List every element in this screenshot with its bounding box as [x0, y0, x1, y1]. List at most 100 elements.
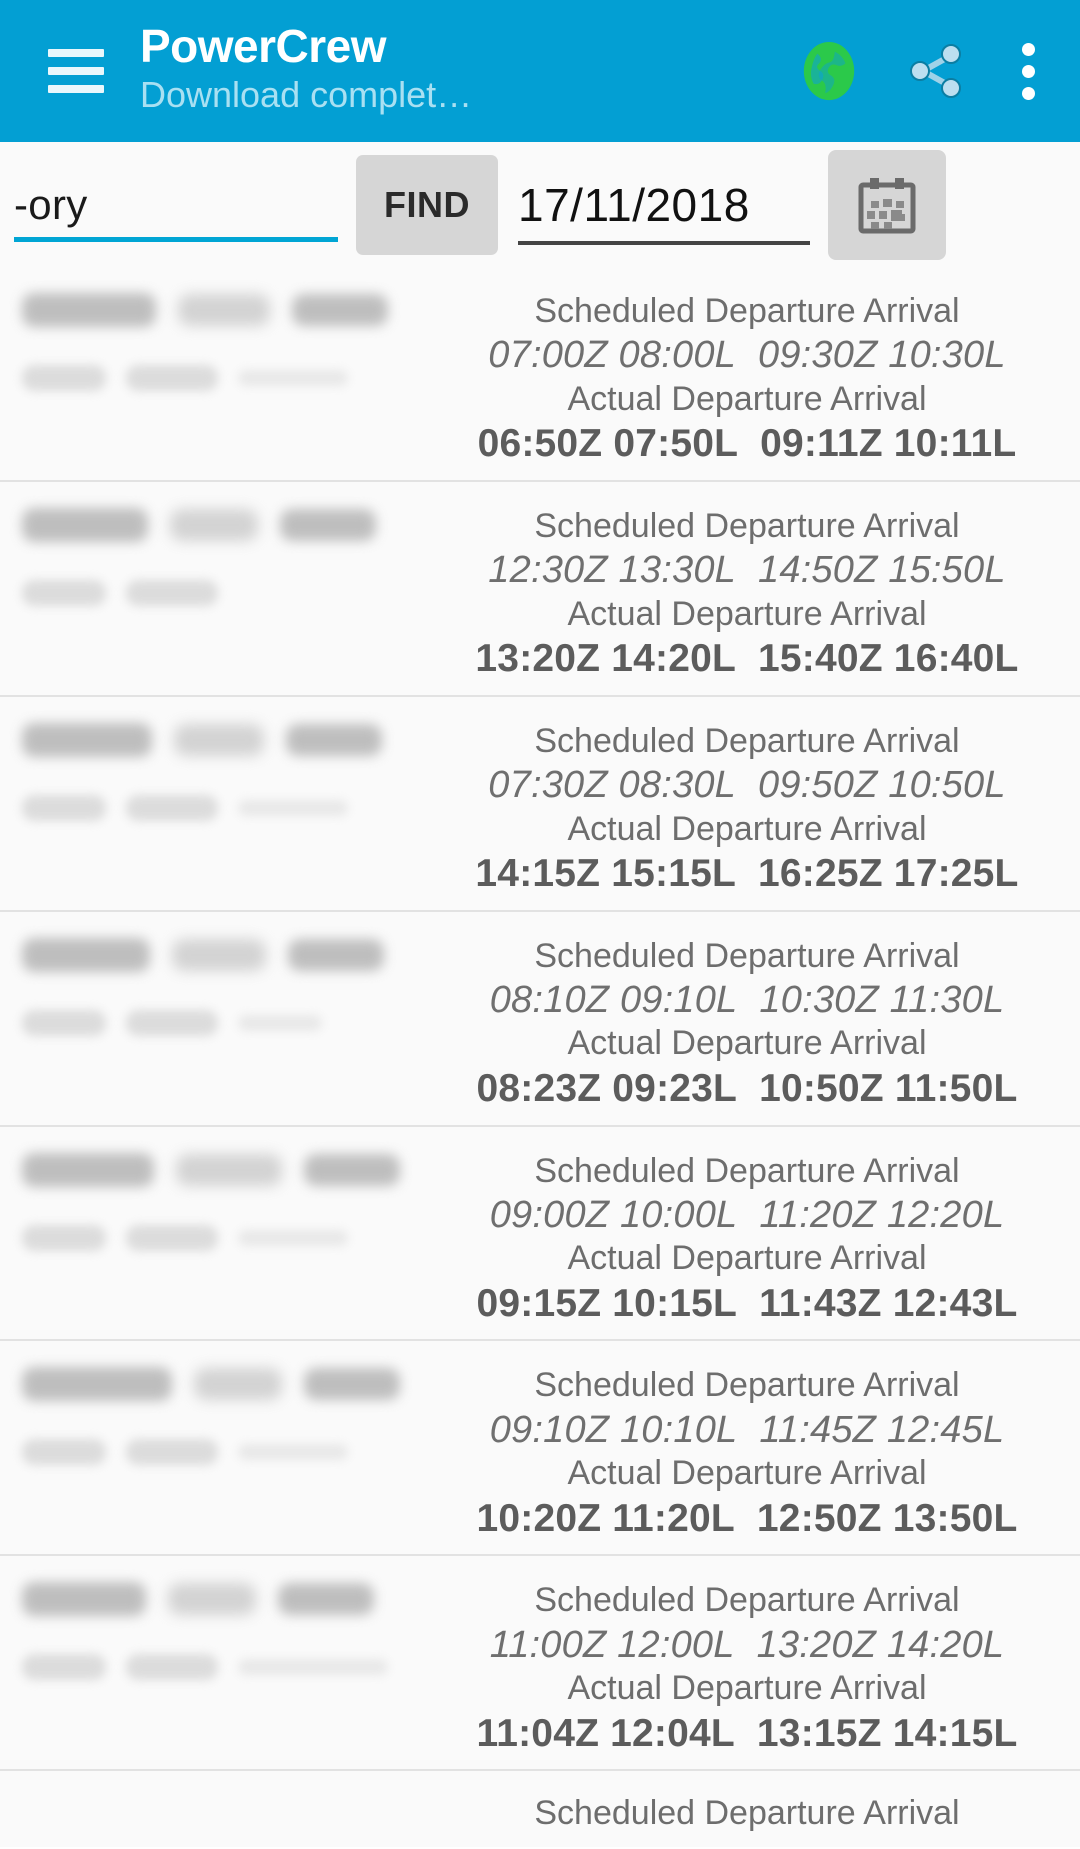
- more-vertical-icon[interactable]: [1012, 39, 1044, 104]
- redacted-detail: [22, 1009, 106, 1036]
- find-button[interactable]: FIND: [356, 154, 498, 255]
- redacted-aircraft: [168, 1583, 256, 1616]
- flight-identity-redacted: [0, 922, 440, 1113]
- scheduled-departure: 08:10Z 09:10L: [489, 979, 738, 1022]
- app-bar: PowerCrew Download complet…: [0, 0, 1080, 142]
- actual-arrival: 10:50Z 11:50L: [759, 1066, 1018, 1110]
- redacted-detail: [22, 1224, 106, 1251]
- scheduled-departure: 07:00Z 08:00L: [488, 334, 736, 377]
- table-row[interactable]: Scheduled Departure Arrival 11:00Z 12:00…: [0, 1556, 1080, 1772]
- scheduled-arrival: 11:20Z 12:20L: [759, 1193, 1005, 1236]
- scheduled-times: 07:30Z 08:30L 09:50Z 10:50L: [488, 762, 1005, 808]
- table-row[interactable]: Scheduled Departure Arrival 09:00Z 10:00…: [0, 1127, 1080, 1342]
- redacted-detail: [22, 794, 106, 821]
- scheduled-arrival: 14:50Z 15:50L: [758, 549, 1006, 592]
- scheduled-label: Scheduled Departure Arrival: [534, 1151, 960, 1190]
- calendar-button[interactable]: [828, 149, 946, 260]
- redacted-detail: [126, 1224, 218, 1251]
- redacted-detail: [22, 1439, 106, 1466]
- scheduled-arrival: 10:30Z 11:30L: [759, 979, 1005, 1022]
- search-input[interactable]: -ory: [8, 162, 338, 248]
- redacted-detail: [238, 1229, 348, 1246]
- redacted-detail: [126, 579, 218, 606]
- actual-arrival: 11:43Z 12:43L: [759, 1281, 1018, 1325]
- flight-identity-redacted: [0, 277, 440, 468]
- redacted-detail: [126, 794, 218, 821]
- flight-identity-redacted: [0, 707, 440, 898]
- redacted-detail: [238, 370, 348, 386]
- scheduled-label: Scheduled Departure Arrival: [534, 1794, 960, 1833]
- flight-times: Scheduled Departure Arrival 07:00Z 08:00…: [440, 277, 1080, 468]
- actual-label: Actual Departure Arrival: [567, 1024, 927, 1063]
- scheduled-label: Scheduled Departure Arrival: [534, 1366, 960, 1405]
- actual-arrival: 15:40Z 16:40L: [758, 637, 1019, 681]
- share-icon[interactable]: [904, 39, 968, 103]
- redacted-flight-number: [22, 293, 156, 327]
- table-row[interactable]: Scheduled Departure Arrival 09:10Z 10:10…: [0, 1341, 1080, 1557]
- actual-departure: 09:15Z 10:15L: [476, 1281, 738, 1325]
- table-row[interactable]: Scheduled Departure Arrival 07:00Z 08:00…: [0, 267, 1080, 482]
- redacted-airport: [288, 938, 384, 971]
- redacted-airport: [278, 1583, 374, 1616]
- redacted-detail: [126, 1009, 218, 1036]
- date-input[interactable]: 17/11/2018: [518, 161, 810, 249]
- search-input-value: -ory: [14, 180, 88, 228]
- actual-times: 11:04Z 12:04L 13:15Z 14:15L: [476, 1710, 1017, 1758]
- redacted-aircraft: [174, 723, 264, 756]
- redacted-detail: [126, 1654, 218, 1681]
- flight-identity-redacted: [0, 1781, 440, 1834]
- redacted-detail: [126, 1439, 218, 1466]
- flight-identity-redacted: [0, 1351, 440, 1542]
- scheduled-times: 08:10Z 09:10L 10:30Z 11:30L: [490, 977, 1005, 1023]
- date-input-underline: [518, 240, 810, 245]
- table-row[interactable]: Scheduled Departure Arrival 12:30Z 13:30…: [0, 482, 1080, 697]
- redacted-detail: [22, 365, 106, 391]
- redacted-airport: [286, 723, 382, 756]
- actual-times: 13:20Z 14:20L 15:40Z 16:40L: [475, 635, 1018, 683]
- actual-departure: 08:23Z 09:23L: [476, 1066, 738, 1110]
- search-input-underline: [14, 236, 338, 242]
- redacted-detail: [238, 799, 348, 816]
- app-title: PowerCrew: [140, 20, 387, 73]
- flight-times: Scheduled Departure Arrival 09:00Z 10:00…: [440, 1137, 1080, 1328]
- globe-icon[interactable]: [798, 39, 860, 103]
- flight-times: Scheduled Departure Arrival 11:00Z 12:00…: [440, 1566, 1080, 1757]
- kebab-dot: [1021, 42, 1035, 56]
- actual-times: 09:15Z 10:15L 11:43Z 12:43L: [476, 1280, 1017, 1328]
- date-input-value: 17/11/2018: [518, 178, 750, 231]
- scheduled-departure: 07:30Z 08:30L: [488, 764, 736, 807]
- redacted-detail: [22, 1654, 106, 1681]
- calendar-icon: [858, 177, 916, 233]
- table-row-partial[interactable]: Scheduled Departure Arrival: [0, 1771, 1080, 1846]
- flight-list[interactable]: Scheduled Departure Arrival 07:00Z 08:00…: [0, 267, 1080, 1847]
- flight-identity-redacted: [0, 1566, 440, 1757]
- actual-arrival: 12:50Z 13:50L: [756, 1496, 1018, 1540]
- scheduled-label: Scheduled Departure Arrival: [534, 292, 960, 330]
- actual-departure: 14:15Z 15:15L: [475, 852, 736, 896]
- table-row[interactable]: Scheduled Departure Arrival 08:10Z 09:10…: [0, 912, 1080, 1127]
- redacted-airport: [304, 1368, 400, 1401]
- actual-label: Actual Departure Arrival: [567, 1454, 927, 1493]
- actual-times: 06:50Z 07:50L 09:11Z 10:11L: [478, 420, 1017, 468]
- scheduled-arrival: 09:30Z 10:30L: [758, 334, 1006, 377]
- actual-departure: 06:50Z 07:50L: [477, 422, 739, 466]
- flight-times: Scheduled Departure Arrival 08:10Z 09:10…: [440, 922, 1080, 1113]
- redacted-flight-number: [22, 722, 152, 757]
- hamburger-menu-icon[interactable]: [48, 49, 104, 93]
- actual-departure: 10:20Z 11:20L: [476, 1496, 735, 1540]
- redacted-flight-number: [22, 1582, 146, 1617]
- actual-label: Actual Departure Arrival: [567, 1669, 927, 1708]
- scheduled-arrival: 13:20Z 14:20L: [756, 1623, 1005, 1666]
- hamburger-bar: [48, 67, 104, 75]
- actual-arrival: 16:25Z 17:25L: [758, 852, 1019, 896]
- actual-times: 10:20Z 11:20L 12:50Z 13:50L: [476, 1495, 1017, 1543]
- scheduled-times: 11:00Z 12:00L 13:20Z 14:20L: [490, 1622, 1005, 1668]
- table-row[interactable]: Scheduled Departure Arrival 07:30Z 08:30…: [0, 697, 1080, 912]
- redacted-airport: [292, 294, 388, 326]
- scheduled-times: 09:00Z 10:00L 11:20Z 12:20L: [490, 1192, 1005, 1238]
- scheduled-departure: 09:00Z 10:00L: [489, 1193, 738, 1236]
- scheduled-times: 12:30Z 13:30L 14:50Z 15:50L: [488, 547, 1005, 593]
- actual-times: 08:23Z 09:23L 10:50Z 11:50L: [476, 1065, 1017, 1113]
- redacted-detail: [238, 1444, 348, 1461]
- scheduled-departure: 09:10Z 10:10L: [489, 1408, 738, 1451]
